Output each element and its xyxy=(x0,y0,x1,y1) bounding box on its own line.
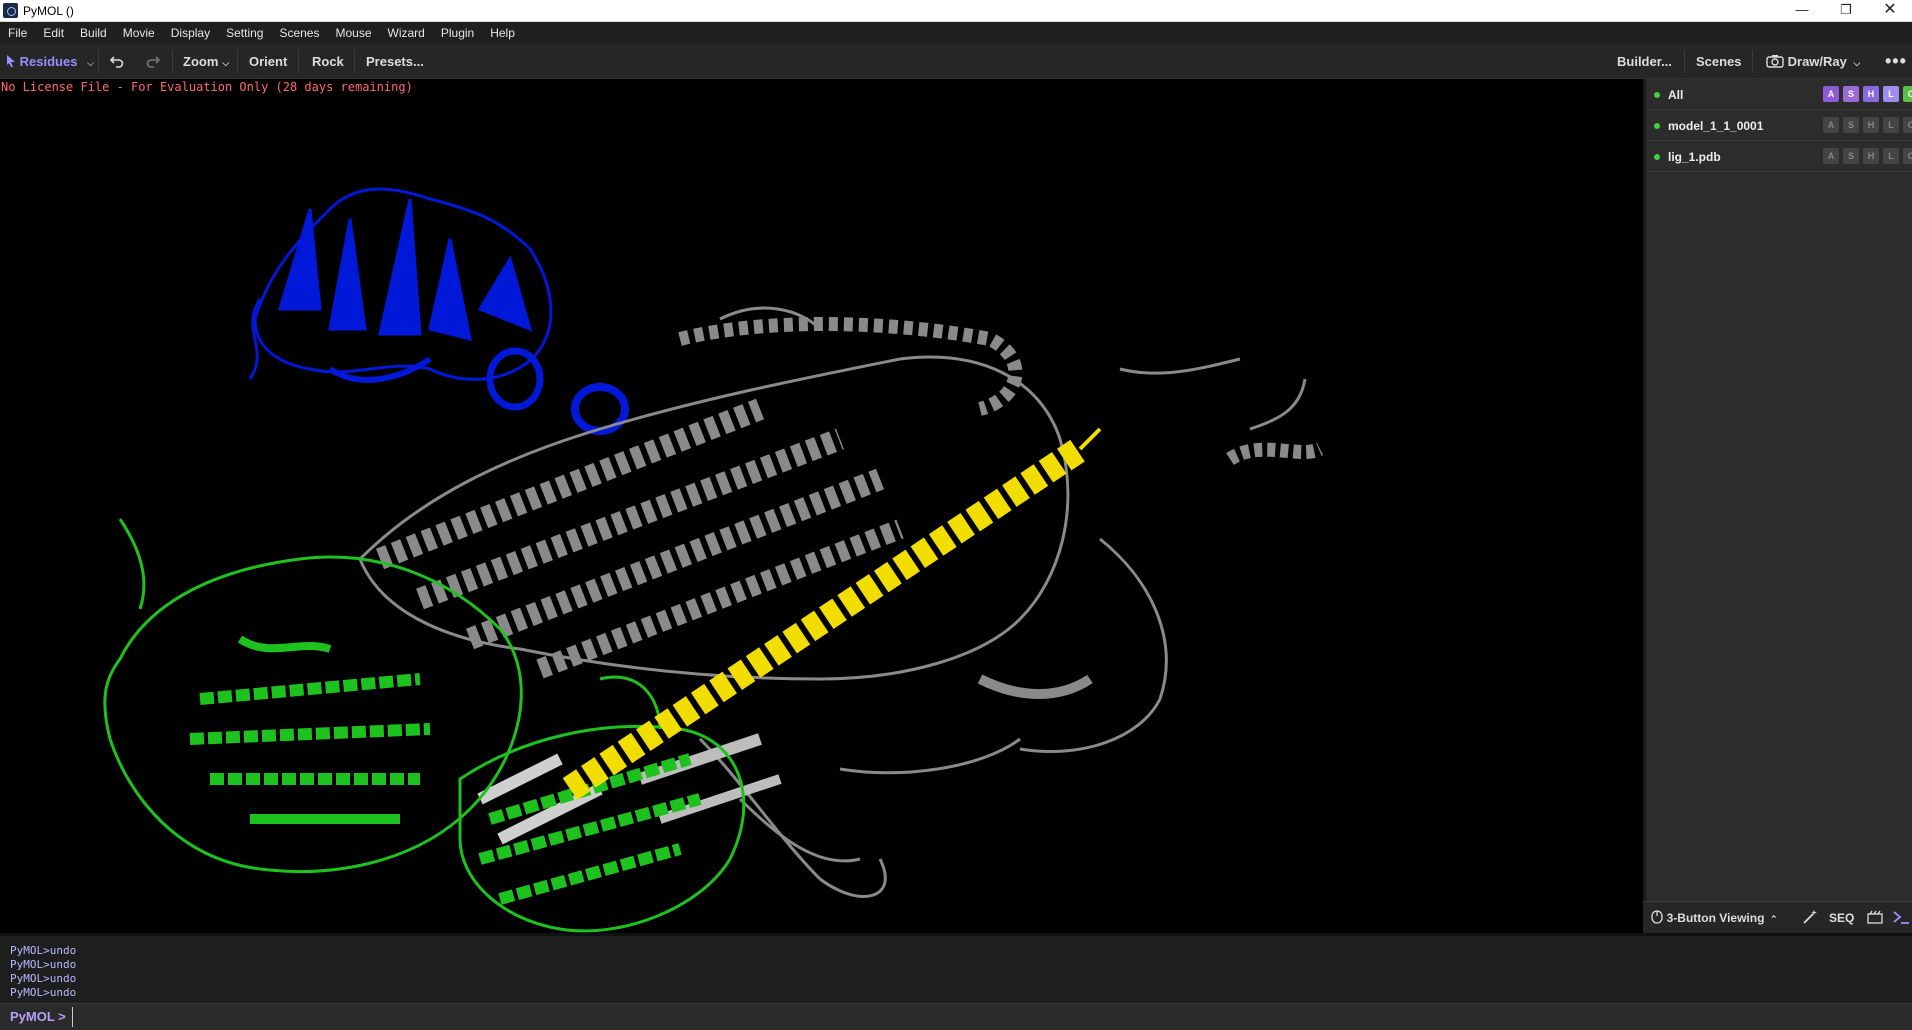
color-button[interactable]: C xyxy=(1903,86,1912,102)
movie-panel-icon[interactable] xyxy=(1867,902,1883,934)
object-row-ligand[interactable]: lig_1.pdb ASHLC xyxy=(1646,141,1912,172)
mouse-icon xyxy=(1651,910,1663,924)
pymol-app-icon xyxy=(3,3,18,18)
selection-mode-dropdown[interactable]: Residues ⌵ xyxy=(6,44,94,79)
object-panel: All ASHLC model_1_1_0001 ASHLC lig_1.pdb… xyxy=(1643,79,1912,901)
gray-chain xyxy=(358,306,1324,898)
title-bar: PyMOL () — ❐ ✕ xyxy=(0,0,1912,22)
more-icon[interactable]: ••• xyxy=(1885,44,1907,79)
undo-icon[interactable] xyxy=(109,44,124,79)
builder-button[interactable]: Builder... xyxy=(1617,44,1672,79)
menu-plugin[interactable]: Plugin xyxy=(433,22,482,40)
presets-button[interactable]: Presets... xyxy=(366,44,424,79)
close-icon[interactable]: ✕ xyxy=(1868,0,1912,22)
color-button[interactable]: C xyxy=(1903,117,1912,133)
enabled-indicator[interactable] xyxy=(1654,123,1660,129)
action-button[interactable]: A xyxy=(1823,148,1839,164)
label-button[interactable]: L xyxy=(1883,117,1899,133)
action-button[interactable]: A xyxy=(1823,117,1839,133)
window-title: PyMOL () xyxy=(23,4,74,18)
menu-setting[interactable]: Setting xyxy=(218,22,271,40)
chevron-up-icon: ⌃ xyxy=(1770,914,1778,924)
chevron-down-icon: ⌵ xyxy=(1853,58,1861,68)
object-name[interactable]: All xyxy=(1668,88,1683,102)
rock-button[interactable]: Rock xyxy=(312,44,344,79)
menu-movie[interactable]: Movie xyxy=(115,22,163,40)
object-row-all[interactable]: All ASHLC xyxy=(1646,79,1912,110)
menu-display[interactable]: Display xyxy=(163,22,218,40)
console-toggle-icon[interactable] xyxy=(1893,902,1909,934)
mouse-mode-label: 3-Button Viewing xyxy=(1666,911,1765,925)
menu-mouse[interactable]: Mouse xyxy=(327,22,379,40)
enabled-indicator[interactable] xyxy=(1654,92,1660,98)
console-line: PyMOL>undo xyxy=(10,958,77,971)
molecular-viewport[interactable]: No License File - For Evaluation Only (2… xyxy=(0,79,1640,933)
console-line: PyMOL>undo xyxy=(10,944,77,957)
command-bar: PyMOL > xyxy=(0,1003,1912,1030)
camera-icon xyxy=(1766,55,1784,68)
console-output[interactable]: PyMOL>undo PyMOL>undo PyMOL>undo PyMOL>u… xyxy=(0,933,1912,1003)
action-button[interactable]: A xyxy=(1823,86,1839,102)
color-button[interactable]: C xyxy=(1903,148,1912,164)
menu-file[interactable]: File xyxy=(0,22,35,40)
wand-icon[interactable] xyxy=(1802,902,1818,934)
menu-help[interactable]: Help xyxy=(482,22,523,40)
menu-build[interactable]: Build xyxy=(72,22,115,40)
zoom-button[interactable]: Zoom ⌵ xyxy=(183,44,229,79)
object-name[interactable]: lig_1.pdb xyxy=(1668,150,1721,164)
seq-button[interactable]: SEQ xyxy=(1829,902,1854,934)
viewer-controls: 3-Button Viewing ⌃ SEQ xyxy=(1643,901,1912,934)
hide-button[interactable]: H xyxy=(1863,148,1879,164)
label-button[interactable]: L xyxy=(1883,148,1899,164)
show-button[interactable]: S xyxy=(1843,117,1859,133)
chevron-down-icon: ⌵ xyxy=(222,58,230,68)
menu-bar: File Edit Build Movie Display Setting Scenes Mo… xyxy=(0,22,1912,44)
mouse-mode-dropdown[interactable]: 3-Button Viewing ⌃ xyxy=(1651,902,1778,934)
enabled-indicator[interactable] xyxy=(1654,154,1660,160)
scenes-button[interactable]: Scenes xyxy=(1696,44,1742,79)
draw-ray-button[interactable]: Draw/Ray ⌵ xyxy=(1766,44,1860,79)
blue-chain xyxy=(248,187,629,435)
restore-icon[interactable]: ❐ xyxy=(1824,0,1868,22)
yellow-helix xyxy=(562,427,1102,800)
command-input[interactable] xyxy=(72,1007,1898,1027)
selection-mode-label: Residues xyxy=(19,54,78,69)
hide-button[interactable]: H xyxy=(1863,86,1879,102)
show-button[interactable]: S xyxy=(1843,86,1859,102)
menu-wizard[interactable]: Wizard xyxy=(380,22,433,40)
protein-cartoon xyxy=(103,187,1324,933)
chevron-down-icon: ⌵ xyxy=(87,58,94,68)
toolbar: Residues ⌵ Zoom ⌵ Orient Rock Presets... … xyxy=(0,44,1912,79)
console-line: PyMOL>undo xyxy=(10,986,77,999)
minimize-icon[interactable]: — xyxy=(1780,0,1824,22)
redo-icon[interactable] xyxy=(146,44,161,79)
console-line: PyMOL>undo xyxy=(10,972,77,985)
menu-scenes[interactable]: Scenes xyxy=(271,22,327,40)
command-prompt-label: PyMOL > xyxy=(10,1009,66,1024)
object-row-model[interactable]: model_1_1_0001 ASHLC xyxy=(1646,110,1912,141)
pointer-icon xyxy=(7,55,15,67)
label-button[interactable]: L xyxy=(1883,86,1899,102)
hide-button[interactable]: H xyxy=(1863,117,1879,133)
show-button[interactable]: S xyxy=(1843,148,1859,164)
orient-button[interactable]: Orient xyxy=(249,44,287,79)
object-name[interactable]: model_1_1_0001 xyxy=(1668,119,1763,133)
draw-ray-label: Draw/Ray xyxy=(1787,54,1847,69)
zoom-label: Zoom xyxy=(183,54,219,69)
menu-edit[interactable]: Edit xyxy=(35,22,72,40)
